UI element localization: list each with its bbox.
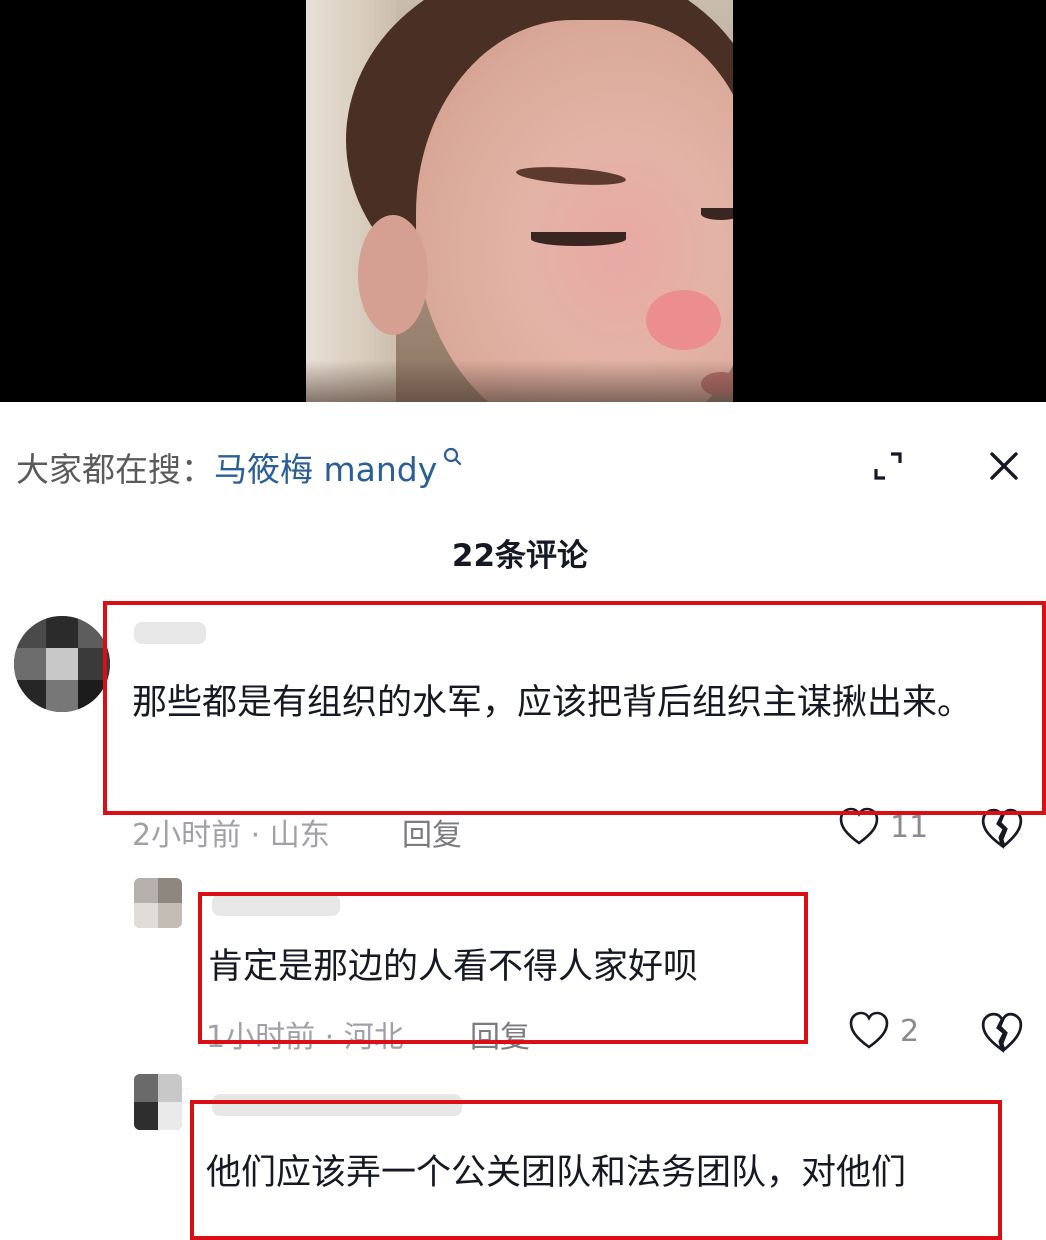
close-button[interactable] [982, 444, 1026, 488]
video-frame [306, 0, 733, 402]
like-count: 11 [890, 809, 929, 845]
expand-icon [874, 452, 902, 480]
comment-text: 那些都是有组织的水军，应该把背后组织主谋揪出来。 [132, 683, 973, 723]
comment-meta: 2小时前 · 山东 [132, 818, 330, 853]
comments-panel: 大家都在搜： 马筱梅 mandy 22条评论 那些都是有组织的水军，应该把背后组… [0, 402, 1046, 1240]
like-button[interactable]: 11 [838, 807, 928, 847]
broken-heart-icon[interactable] [980, 807, 1024, 851]
search-icon[interactable] [441, 446, 463, 476]
broken-heart-icon[interactable] [980, 1011, 1024, 1055]
expand-button[interactable] [866, 444, 910, 488]
search-suggestion-keyword[interactable]: 马筱梅 mandy [214, 443, 437, 491]
like-count: 2 [900, 1013, 920, 1049]
video-player[interactable] [0, 0, 1046, 402]
search-suggestion[interactable]: 大家都在搜： 马筱梅 mandy [16, 442, 463, 492]
avatar[interactable] [14, 616, 110, 712]
comment-meta: 1小时前 · 河北 [206, 1020, 404, 1055]
username-redacted [212, 1094, 462, 1116]
close-icon [990, 452, 1018, 480]
heart-icon [849, 1011, 889, 1049]
reply-button[interactable]: 回复 [402, 810, 462, 854]
like-button[interactable]: 2 [848, 1011, 919, 1051]
avatar[interactable] [134, 878, 182, 928]
search-suggestion-prefix: 大家都在搜： [16, 450, 214, 489]
comment-text: 他们应该弄一个公关团队和法务团队，对他们 [206, 1153, 907, 1193]
heart-icon [839, 807, 879, 845]
avatar[interactable] [134, 1074, 182, 1130]
username-redacted [212, 894, 340, 916]
comment-text: 肯定是那边的人看不得人家好呗 [208, 947, 699, 987]
reply-button[interactable]: 回复 [470, 1012, 530, 1056]
username-redacted [134, 622, 206, 644]
comment-count-title: 22条评论 [451, 538, 589, 574]
